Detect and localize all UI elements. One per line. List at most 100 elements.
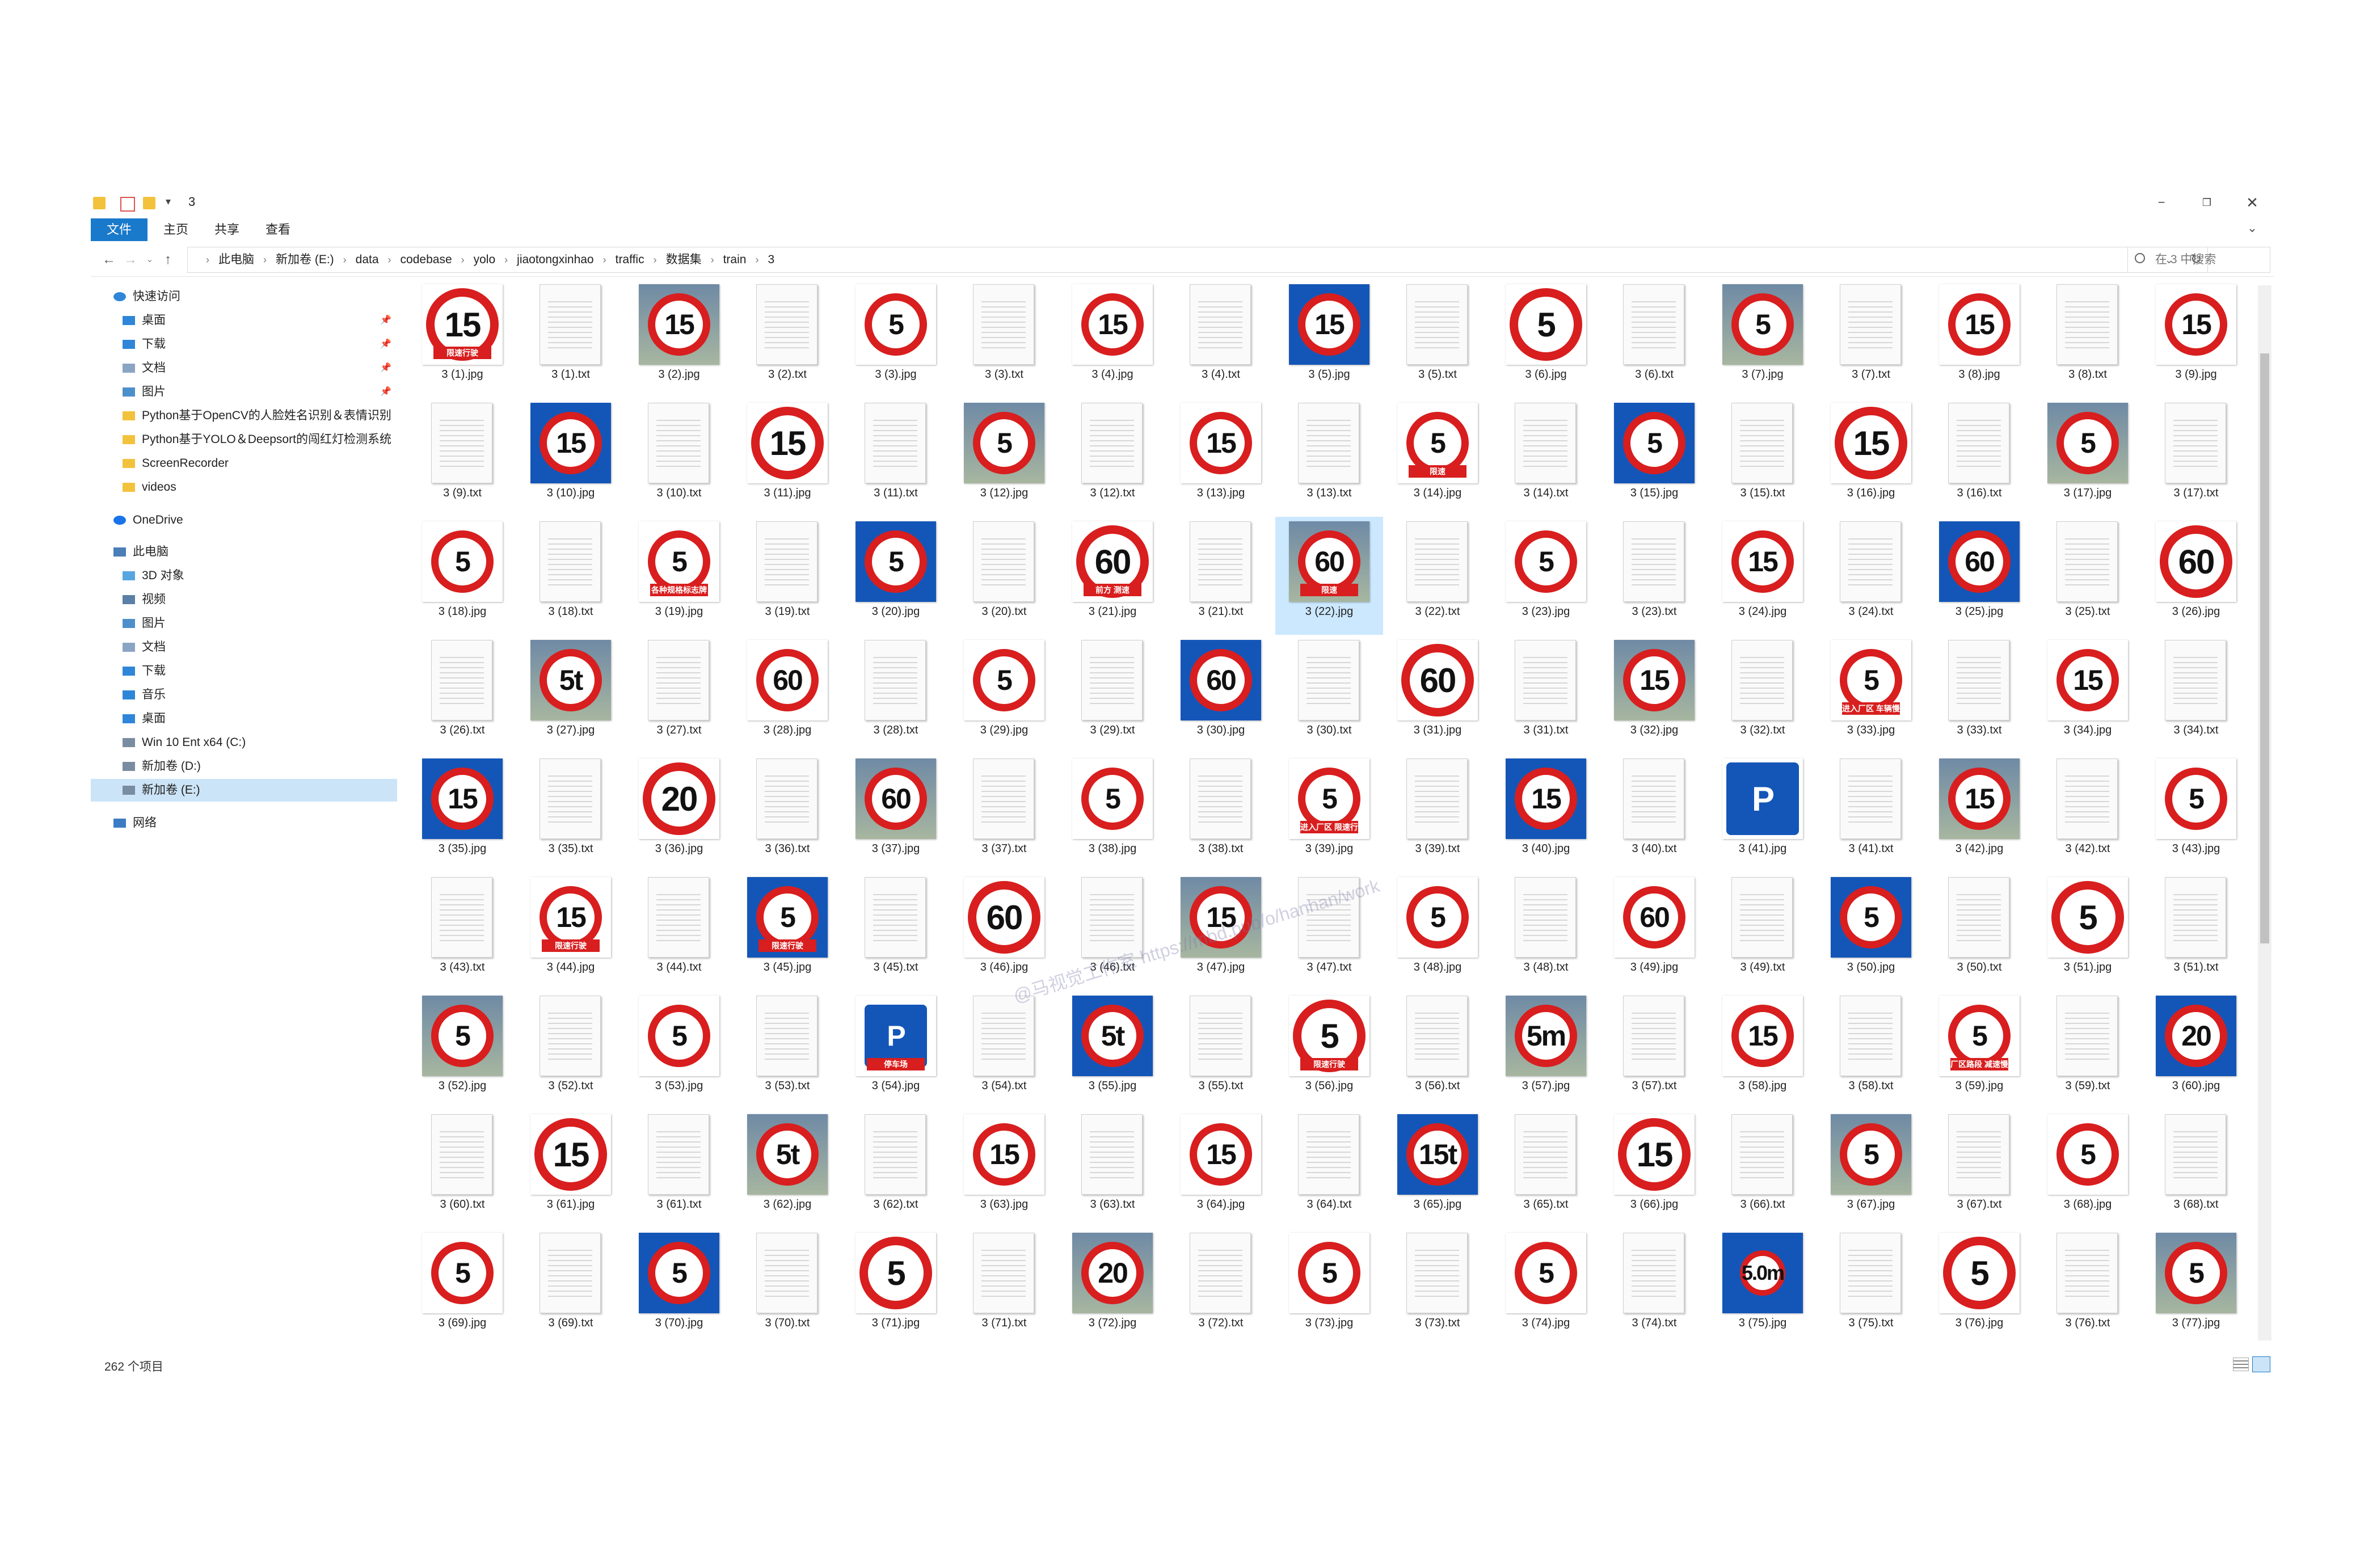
file-item[interactable]: 5 限速行驶 3 (56).jpg bbox=[1275, 991, 1383, 1109]
file-item[interactable]: 15 3 (63).jpg bbox=[950, 1110, 1058, 1228]
file-item[interactable]: 3 (5).txt bbox=[1384, 280, 1491, 398]
breadcrumb-separator[interactable]: › bbox=[461, 254, 465, 265]
file-item[interactable]: 5.0m 3 (75).jpg bbox=[1709, 1228, 1817, 1346]
vertical-scrollbar[interactable] bbox=[2258, 285, 2272, 1341]
file-item[interactable]: 60 3 (26).jpg bbox=[2142, 517, 2243, 635]
file-item[interactable]: 3 (17).txt bbox=[2142, 398, 2243, 516]
file-item[interactable]: 15 3 (64).jpg bbox=[1167, 1110, 1275, 1228]
file-item[interactable]: 15 限速行驶 3 (1).jpg bbox=[408, 280, 516, 398]
file-item[interactable]: 15 3 (35).jpg bbox=[408, 754, 516, 872]
file-item[interactable]: 3 (18).txt bbox=[517, 517, 625, 635]
file-item[interactable]: 15 3 (24).jpg bbox=[1709, 517, 1817, 635]
pin-icon[interactable]: 📌 bbox=[380, 333, 391, 356]
file-item[interactable]: 15 3 (5).jpg bbox=[1275, 280, 1383, 398]
nav-item[interactable]: 3D 对象 bbox=[91, 564, 397, 587]
breadcrumb-item[interactable]: codebase bbox=[401, 253, 452, 266]
file-item[interactable]: 5 3 (43).jpg bbox=[2142, 754, 2243, 872]
file-item[interactable]: 3 (45).txt bbox=[842, 872, 950, 990]
nav-item[interactable]: 网络 bbox=[91, 812, 397, 834]
file-item[interactable]: 3 (67).txt bbox=[1925, 1110, 2033, 1228]
file-item[interactable]: 3 (37).txt bbox=[950, 754, 1058, 872]
breadcrumb-separator[interactable]: › bbox=[654, 254, 657, 265]
address-field[interactable]: › 此电脑 › 新加卷 (E:) › data › codebase › yolo › jiaoton… bbox=[187, 247, 2208, 273]
file-item[interactable]: 3 (69).txt bbox=[517, 1228, 625, 1346]
file-item[interactable]: 60 3 (28).jpg bbox=[734, 635, 841, 753]
file-item[interactable]: 5 3 (17).jpg bbox=[2034, 398, 2142, 516]
file-item[interactable]: 3 (62).txt bbox=[842, 1110, 950, 1228]
file-item[interactable]: 15t 3 (65).jpg bbox=[1384, 1110, 1491, 1228]
file-item[interactable]: 5 3 (38).jpg bbox=[1059, 754, 1166, 872]
file-item[interactable]: 5 3 (23).jpg bbox=[1492, 517, 1600, 635]
nav-item[interactable]: 新加卷 (D:) bbox=[91, 755, 397, 778]
file-item[interactable]: 5 3 (77).jpg bbox=[2142, 1228, 2243, 1346]
file-item[interactable]: 3 (49).txt bbox=[1709, 872, 1817, 990]
nav-item[interactable]: 音乐 bbox=[91, 684, 397, 706]
file-item[interactable]: 3 (75).txt bbox=[1817, 1228, 1925, 1346]
minimize-button[interactable]: − bbox=[2144, 192, 2178, 213]
file-item[interactable]: 5 3 (29).jpg bbox=[950, 635, 1058, 753]
file-item[interactable]: 3 (8).txt bbox=[2034, 280, 2142, 398]
file-item[interactable]: 3 (53).txt bbox=[734, 991, 841, 1109]
nav-item[interactable]: videos bbox=[91, 476, 397, 499]
file-item[interactable]: 5进入厂区 限速行驶 3 (39).jpg bbox=[1275, 754, 1383, 872]
file-item[interactable]: 15 3 (4).jpg bbox=[1059, 280, 1166, 398]
nav-item[interactable]: 桌面 📌 bbox=[91, 309, 397, 332]
file-item[interactable]: 5 3 (69).jpg bbox=[408, 1228, 516, 1346]
close-button[interactable]: ✕ bbox=[2235, 192, 2269, 213]
file-item[interactable]: 3 (7).txt bbox=[1817, 280, 1925, 398]
file-item[interactable]: 3 (48).txt bbox=[1492, 872, 1600, 990]
file-item[interactable]: 3 (40).txt bbox=[1600, 754, 1708, 872]
file-item[interactable]: 60 3 (49).jpg bbox=[1600, 872, 1708, 990]
file-item[interactable]: 3 (50).txt bbox=[1925, 872, 2033, 990]
file-item[interactable]: 15 3 (32).jpg bbox=[1600, 635, 1708, 753]
file-item[interactable]: 3 (38).txt bbox=[1167, 754, 1275, 872]
breadcrumb-item[interactable]: 此电脑 bbox=[218, 253, 254, 266]
nav-item[interactable]: 桌面 bbox=[91, 707, 397, 730]
breadcrumb-item[interactable]: train bbox=[723, 253, 747, 266]
file-item[interactable]: 5 限速行驶 3 (45).jpg bbox=[734, 872, 841, 990]
breadcrumb-separator[interactable]: › bbox=[711, 254, 714, 265]
file-item[interactable]: 3 (55).txt bbox=[1167, 991, 1275, 1109]
file-item[interactable]: 5 3 (68).jpg bbox=[2034, 1110, 2142, 1228]
breadcrumb-item[interactable]: traffic bbox=[616, 253, 644, 266]
file-item[interactable]: 3 (13).txt bbox=[1275, 398, 1383, 516]
file-item[interactable]: 60 3 (30).jpg bbox=[1167, 635, 1275, 753]
file-item[interactable]: 3 (52).txt bbox=[517, 991, 625, 1109]
breadcrumb-item[interactable]: yolo bbox=[474, 253, 496, 266]
file-item[interactable]: 15 3 (11).jpg bbox=[734, 398, 841, 516]
pin-icon[interactable]: 📌 bbox=[380, 309, 391, 332]
tab-share[interactable]: 共享 bbox=[204, 218, 250, 241]
file-item[interactable]: 3 (72).txt bbox=[1167, 1228, 1275, 1346]
tab-home[interactable]: 主页 bbox=[153, 218, 199, 241]
file-item[interactable]: 3 (61).txt bbox=[625, 1110, 733, 1228]
file-item[interactable]: 3 (42).txt bbox=[2034, 754, 2142, 872]
file-item[interactable]: 3 (16).txt bbox=[1925, 398, 2033, 516]
breadcrumb-item[interactable]: 数据集 bbox=[666, 253, 702, 266]
search-input[interactable]: 在 3 中搜索 bbox=[2127, 247, 2270, 273]
file-item[interactable]: 5m 3 (57).jpg bbox=[1492, 991, 1600, 1109]
file-item[interactable]: 5 3 (71).jpg bbox=[842, 1228, 950, 1346]
file-item[interactable]: 3 (59).txt bbox=[2034, 991, 2142, 1109]
maximize-button[interactable]: ❐ bbox=[2190, 192, 2224, 213]
breadcrumb-separator[interactable]: › bbox=[388, 254, 391, 265]
file-item[interactable]: 3 (58).txt bbox=[1817, 991, 1925, 1109]
file-item[interactable]: 3 (51).txt bbox=[2142, 872, 2243, 990]
file-item[interactable]: 3 (68).txt bbox=[2142, 1110, 2243, 1228]
ribbon-expand-chevron-icon[interactable]: ⌄ bbox=[2241, 221, 2264, 239]
file-item[interactable]: 3 (15).txt bbox=[1709, 398, 1817, 516]
file-item[interactable]: 5 各种规格标志牌 3 (19).jpg bbox=[625, 517, 733, 635]
file-item[interactable]: 20 3 (60).jpg bbox=[2142, 991, 2243, 1109]
file-item[interactable]: 3 (36).txt bbox=[734, 754, 841, 872]
file-item[interactable]: 3 (74).txt bbox=[1600, 1228, 1708, 1346]
nav-item[interactable]: 下载 bbox=[91, 660, 397, 682]
file-item[interactable]: 15 3 (42).jpg bbox=[1925, 754, 2033, 872]
properties-icon[interactable] bbox=[120, 197, 135, 212]
nav-item[interactable]: 下载 📌 bbox=[91, 333, 397, 356]
file-item[interactable]: 3 (28).txt bbox=[842, 635, 950, 753]
file-item[interactable]: 3 (27).txt bbox=[625, 635, 733, 753]
file-item[interactable]: 5 3 (67).jpg bbox=[1817, 1110, 1925, 1228]
file-item[interactable]: 3 (31).txt bbox=[1492, 635, 1600, 753]
file-item[interactable]: 15 限速行驶 3 (44).jpg bbox=[517, 872, 625, 990]
file-item[interactable]: 3 (32).txt bbox=[1709, 635, 1817, 753]
file-item[interactable]: 5 3 (48).jpg bbox=[1384, 872, 1491, 990]
